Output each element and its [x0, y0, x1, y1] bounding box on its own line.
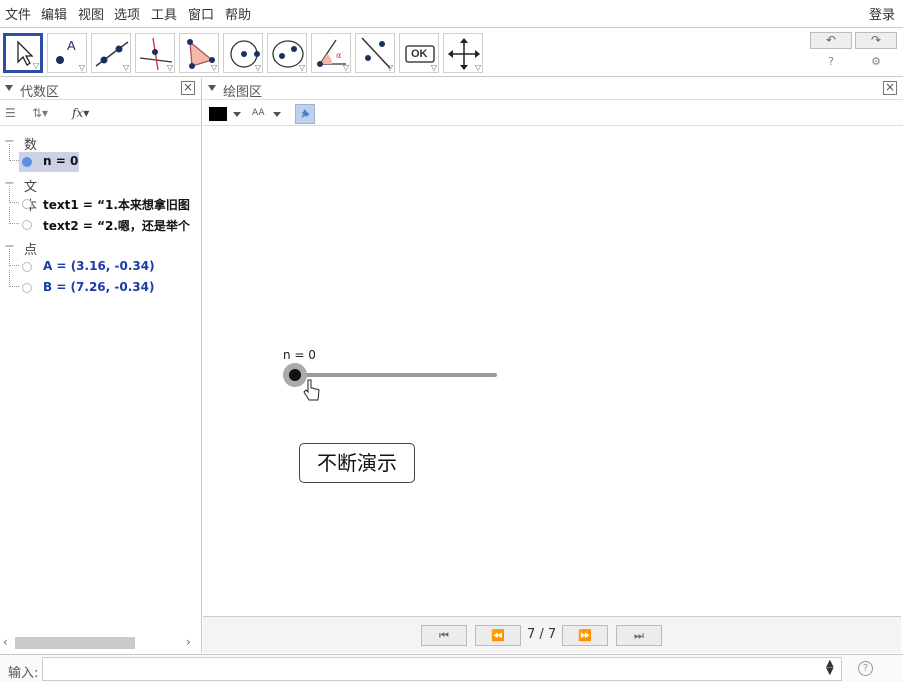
redo-button[interactable]: ↷: [855, 32, 897, 49]
slider-tool-button[interactable]: OK ▽: [399, 33, 439, 73]
demo-button[interactable]: 不断演示: [299, 443, 415, 483]
perpendicular-tool-button[interactable]: ▽: [135, 33, 175, 73]
history-spinner-icon[interactable]: ▲ ▼: [826, 659, 834, 677]
reflect-tool-button[interactable]: ▽: [355, 33, 395, 73]
menu-edit[interactable]: 编辑: [41, 4, 67, 23]
visibility-toggle[interactable]: [22, 199, 32, 209]
circle-tool-button[interactable]: ▽: [223, 33, 263, 73]
login-link[interactable]: 登录: [869, 4, 895, 23]
line-tool-button[interactable]: ▽: [91, 33, 131, 73]
ok-label: OK: [411, 48, 428, 60]
undo-button[interactable]: ↶: [810, 32, 852, 49]
construction-navigation: ⏮ ⏪ 7 / 7 ⏩ ⏭: [203, 616, 901, 653]
slider-track[interactable]: [295, 373, 497, 377]
graphics-title: 绘图区: [223, 85, 263, 100]
input-bar: 输入: ▲ ▼ ?: [0, 654, 903, 682]
settings-icon[interactable]: ⚙: [869, 55, 883, 68]
horizontal-scrollbar[interactable]: ‹ ›: [0, 635, 200, 651]
graphics-panel: 绘图区 × AA n = 0 不断演示 ⏮ ⏪ 7 / 7 ⏩ ⏭: [203, 78, 903, 653]
menu-file[interactable]: 文件: [5, 4, 31, 23]
next-step-button[interactable]: ⏩: [562, 625, 608, 646]
menu-options[interactable]: 选项: [114, 4, 140, 23]
list-item[interactable]: text2 = “2.嗯，还是举个: [0, 207, 200, 235]
style-bar: AA: [203, 102, 903, 126]
input-label: 输入:: [8, 666, 39, 681]
graphics-title-bar: 绘图区 ×: [203, 78, 903, 100]
last-step-button[interactable]: ⏭: [616, 625, 662, 646]
step-counter: 7 / 7: [527, 627, 557, 642]
algebra-panel: 代数区 × ☰ ⇅▾ fx▾ −数值 n = 0 −文本 text1 = “1.…: [0, 78, 202, 653]
slider-label: n = 0: [283, 348, 316, 362]
svg-text:A: A: [67, 38, 76, 53]
menu-window[interactable]: 窗口: [188, 4, 214, 23]
toolbar: ▽ A ▽ ▽ ▽ ▽ ▽ ▽ α ▽ ▽ OK ▽ ▽ ↶ ↷ ? ⚙: [0, 29, 903, 77]
list-item[interactable]: B = (7.26, -0.34): [0, 270, 200, 298]
menu-help[interactable]: 帮助: [225, 4, 251, 23]
conic-tool-button[interactable]: ▽: [267, 33, 307, 73]
collapse-arrow-icon[interactable]: [208, 85, 216, 91]
algebra-title: 代数区: [20, 85, 60, 100]
svg-text:α: α: [336, 51, 341, 60]
menu-view[interactable]: 视图: [78, 4, 104, 23]
scroll-right-icon[interactable]: ›: [186, 635, 191, 649]
pin-icon[interactable]: [295, 104, 315, 124]
previous-step-button[interactable]: ⏪: [475, 625, 521, 646]
toggle-view-icon[interactable]: ☰: [5, 106, 16, 120]
text-size-icon[interactable]: AA: [252, 108, 265, 118]
list-item[interactable]: A = (3.16, -0.34): [0, 249, 200, 277]
visibility-toggle[interactable]: [22, 283, 32, 293]
menu-tools[interactable]: 工具: [151, 4, 177, 23]
scroll-left-icon[interactable]: ‹: [3, 635, 8, 649]
algebra-title-bar: 代数区 ×: [0, 78, 201, 100]
command-input[interactable]: [42, 657, 842, 681]
chevron-down-icon[interactable]: [233, 112, 241, 117]
menu-bar: 文件 编辑 视图 选项 工具 窗口 帮助 登录: [0, 0, 903, 28]
list-item[interactable]: text1 = “1.本来想拿旧图: [0, 186, 200, 214]
fx-button[interactable]: fx▾: [72, 106, 89, 120]
chevron-down-icon[interactable]: [273, 112, 281, 117]
close-icon[interactable]: ×: [883, 81, 897, 95]
geogebra-window: 文件 编辑 视图 选项 工具 窗口 帮助 登录 ▽ A ▽ ▽ ▽ ▽ ▽ ▽ …: [0, 0, 903, 682]
visibility-toggle[interactable]: [22, 157, 32, 167]
hand-cursor-icon: [303, 378, 321, 407]
polygon-tool-button[interactable]: ▽: [179, 33, 219, 73]
point-tool-button[interactable]: A ▽: [47, 33, 87, 73]
sort-icon[interactable]: ⇅▾: [32, 106, 48, 120]
collapse-arrow-icon[interactable]: [5, 85, 13, 91]
close-icon[interactable]: ×: [181, 81, 195, 95]
move-view-tool-button[interactable]: ▽: [443, 33, 483, 73]
color-picker[interactable]: [209, 107, 227, 121]
first-step-button[interactable]: ⏮: [421, 625, 467, 646]
drawing-canvas[interactable]: n = 0 不断演示: [203, 126, 903, 616]
list-item[interactable]: n = 0: [0, 144, 200, 172]
help-icon[interactable]: ?: [824, 55, 838, 68]
help-icon[interactable]: ?: [858, 661, 873, 676]
visibility-toggle[interactable]: [22, 262, 32, 272]
slider-knob[interactable]: [289, 369, 301, 381]
algebra-toolbar: ☰ ⇅▾ fx▾: [0, 102, 201, 126]
angle-tool-button[interactable]: α ▽: [311, 33, 351, 73]
scroll-thumb[interactable]: [15, 637, 135, 649]
visibility-toggle[interactable]: [22, 220, 32, 230]
move-tool-button[interactable]: ▽: [3, 33, 43, 73]
